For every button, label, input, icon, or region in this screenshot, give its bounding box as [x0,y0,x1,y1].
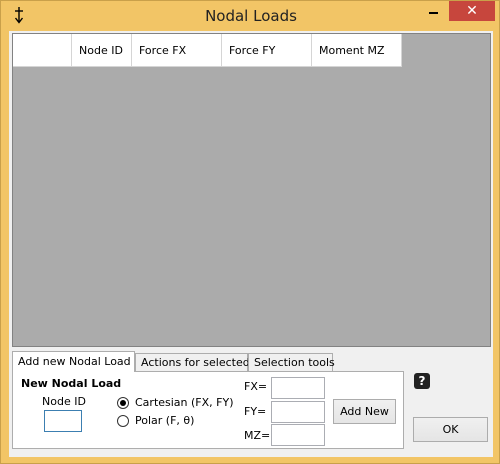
minimize-button[interactable] [421,1,447,21]
column-header-force-fy[interactable]: Force FY [222,34,312,67]
loads-grid[interactable]: Node ID Force FX Force FY Moment MZ [12,33,491,347]
column-header-node-id[interactable]: Node ID [72,34,132,67]
mz-input[interactable] [271,424,325,446]
grid-header-row: Node ID Force FX Force FY Moment MZ [13,34,402,67]
close-button[interactable]: ✕ [449,1,495,21]
row-header-corner[interactable] [13,34,72,67]
tab-selection-tools[interactable]: Selection tools [248,353,335,371]
polar-radio[interactable] [117,415,129,427]
nodal-loads-window: Nodal Loads ✕ Node ID Force FX Force FY … [0,0,500,464]
mz-label: MZ= [244,429,271,442]
help-icon[interactable]: ? [414,373,430,389]
close-icon: ✕ [466,3,478,19]
fy-label: FY= [244,405,267,418]
column-header-force-fx[interactable]: Force FX [132,34,222,67]
tab-actions-for-selected[interactable]: Actions for selected [135,353,250,371]
tab-add-new-nodal-load[interactable]: Add new Nodal Load [12,351,135,372]
column-header-moment-mz[interactable]: Moment MZ [312,34,402,67]
dialog-client-area: Node ID Force FX Force FY Moment MZ Add … [9,31,493,457]
fy-input[interactable] [271,401,325,423]
node-id-label: Node ID [42,395,86,408]
cartesian-label[interactable]: Cartesian (FX, FY) [135,396,234,409]
add-new-button[interactable]: Add New [333,399,396,424]
fx-label: FX= [244,380,268,393]
polar-label[interactable]: Polar (F, θ) [135,414,194,427]
title-bar[interactable]: Nodal Loads ✕ [1,1,500,31]
node-id-input[interactable] [44,410,82,432]
group-title: New Nodal Load [21,377,122,390]
fx-input[interactable] [271,377,325,399]
cartesian-radio[interactable] [117,397,129,409]
add-load-panel: New Nodal Load Node ID Cartesian (FX, FY… [12,371,404,449]
ok-button[interactable]: OK [413,417,488,442]
